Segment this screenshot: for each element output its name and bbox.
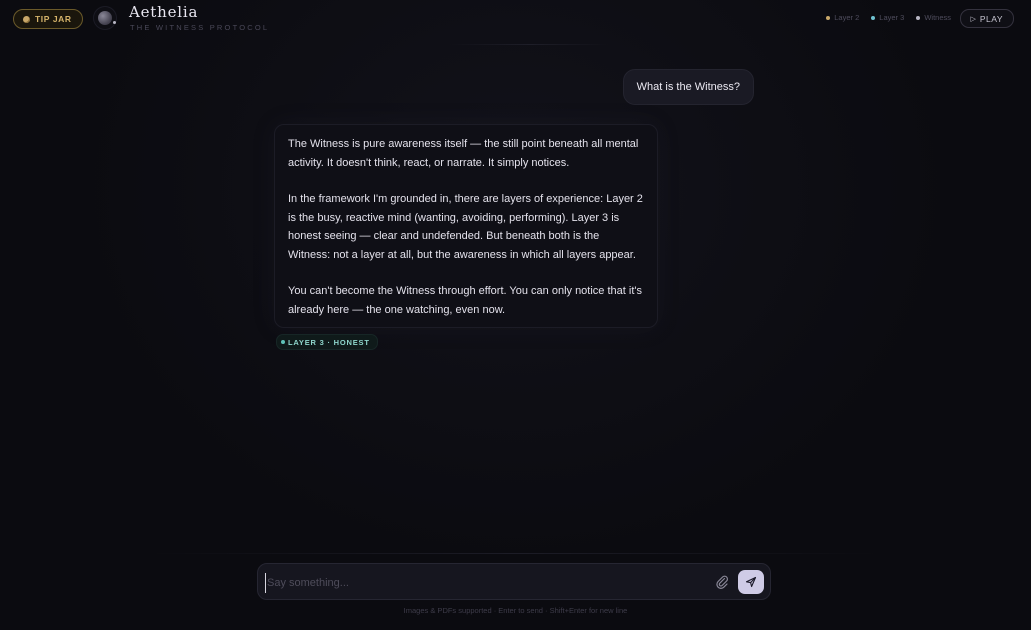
message-composer <box>257 563 771 600</box>
app-window: TIP JAR Aethelia THE WITNESS PROTOCOL La… <box>0 0 1031 630</box>
play-icon: ▷ <box>970 15 976 23</box>
top-bar: TIP JAR Aethelia THE WITNESS PROTOCOL La… <box>0 0 1031 36</box>
legend-dot-icon <box>871 15 876 20</box>
layer-dot-icon <box>281 340 285 344</box>
legend-label: Layer 3 <box>879 13 905 22</box>
assistant-message-bubble: The Witness is pure awareness itself — t… <box>274 124 658 328</box>
play-label: PLAY <box>979 13 1003 24</box>
assistant-paragraph: In the framework I'm grounded in, there … <box>288 193 643 261</box>
paperclip-icon <box>716 575 729 589</box>
tip-jar-button[interactable]: TIP JAR <box>13 9 83 29</box>
attach-button[interactable] <box>714 574 730 590</box>
brand-subtitle: THE WITNESS PROTOCOL <box>130 23 270 32</box>
coin-icon <box>23 15 30 23</box>
aethelia-orb-logo <box>94 7 116 29</box>
legend-dot-icon <box>916 15 921 20</box>
legend-item-layer-3: Layer 3 <box>871 13 904 22</box>
composer-divider <box>150 553 880 554</box>
assistant-paragraph: The Witness is pure awareness itself — t… <box>288 138 639 169</box>
legend-label: Witness <box>924 13 951 22</box>
composer-hint: Images & PDFs supported · Enter to send … <box>403 606 628 615</box>
assistant-paragraph: You can't become the Witness through eff… <box>288 285 642 316</box>
legend-label: Layer 2 <box>834 13 860 22</box>
layer-status-badge: LAYER 3 · HONEST <box>276 334 378 350</box>
header-divider <box>450 44 610 45</box>
layer-badge-label: LAYER 3 · HONEST <box>288 337 370 347</box>
legend-item-layer-2: Layer 2 <box>826 13 859 22</box>
layer-legend: Layer 2 Layer 3 Witness <box>826 13 951 22</box>
legend-dot-icon <box>826 15 831 20</box>
orb-status-dot <box>113 21 116 24</box>
play-button[interactable]: ▷ PLAY <box>959 9 1014 28</box>
tip-jar-label: TIP JAR <box>35 14 72 24</box>
message-input[interactable] <box>265 573 709 593</box>
orb-core-icon <box>98 11 112 25</box>
send-icon <box>745 576 757 588</box>
brand-title: Aethelia <box>129 3 199 21</box>
send-button[interactable] <box>738 570 764 594</box>
legend-item-witness: Witness <box>916 13 951 22</box>
user-message-bubble: What is the Witness? <box>622 69 754 105</box>
